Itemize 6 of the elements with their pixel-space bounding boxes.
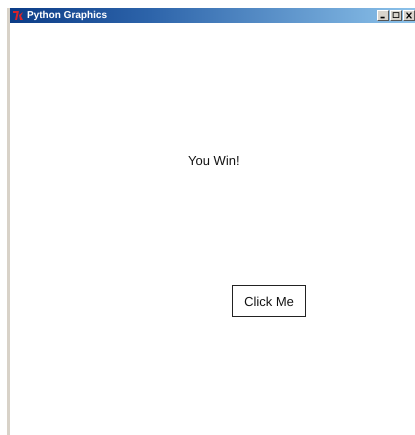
minimize-button[interactable] [377,10,389,21]
click-button[interactable]: Click Me [232,285,306,317]
maximize-button[interactable] [390,10,402,21]
close-button[interactable] [403,10,415,21]
message-text: You Win! [188,153,240,168]
window-title: Python Graphics [27,10,108,21]
